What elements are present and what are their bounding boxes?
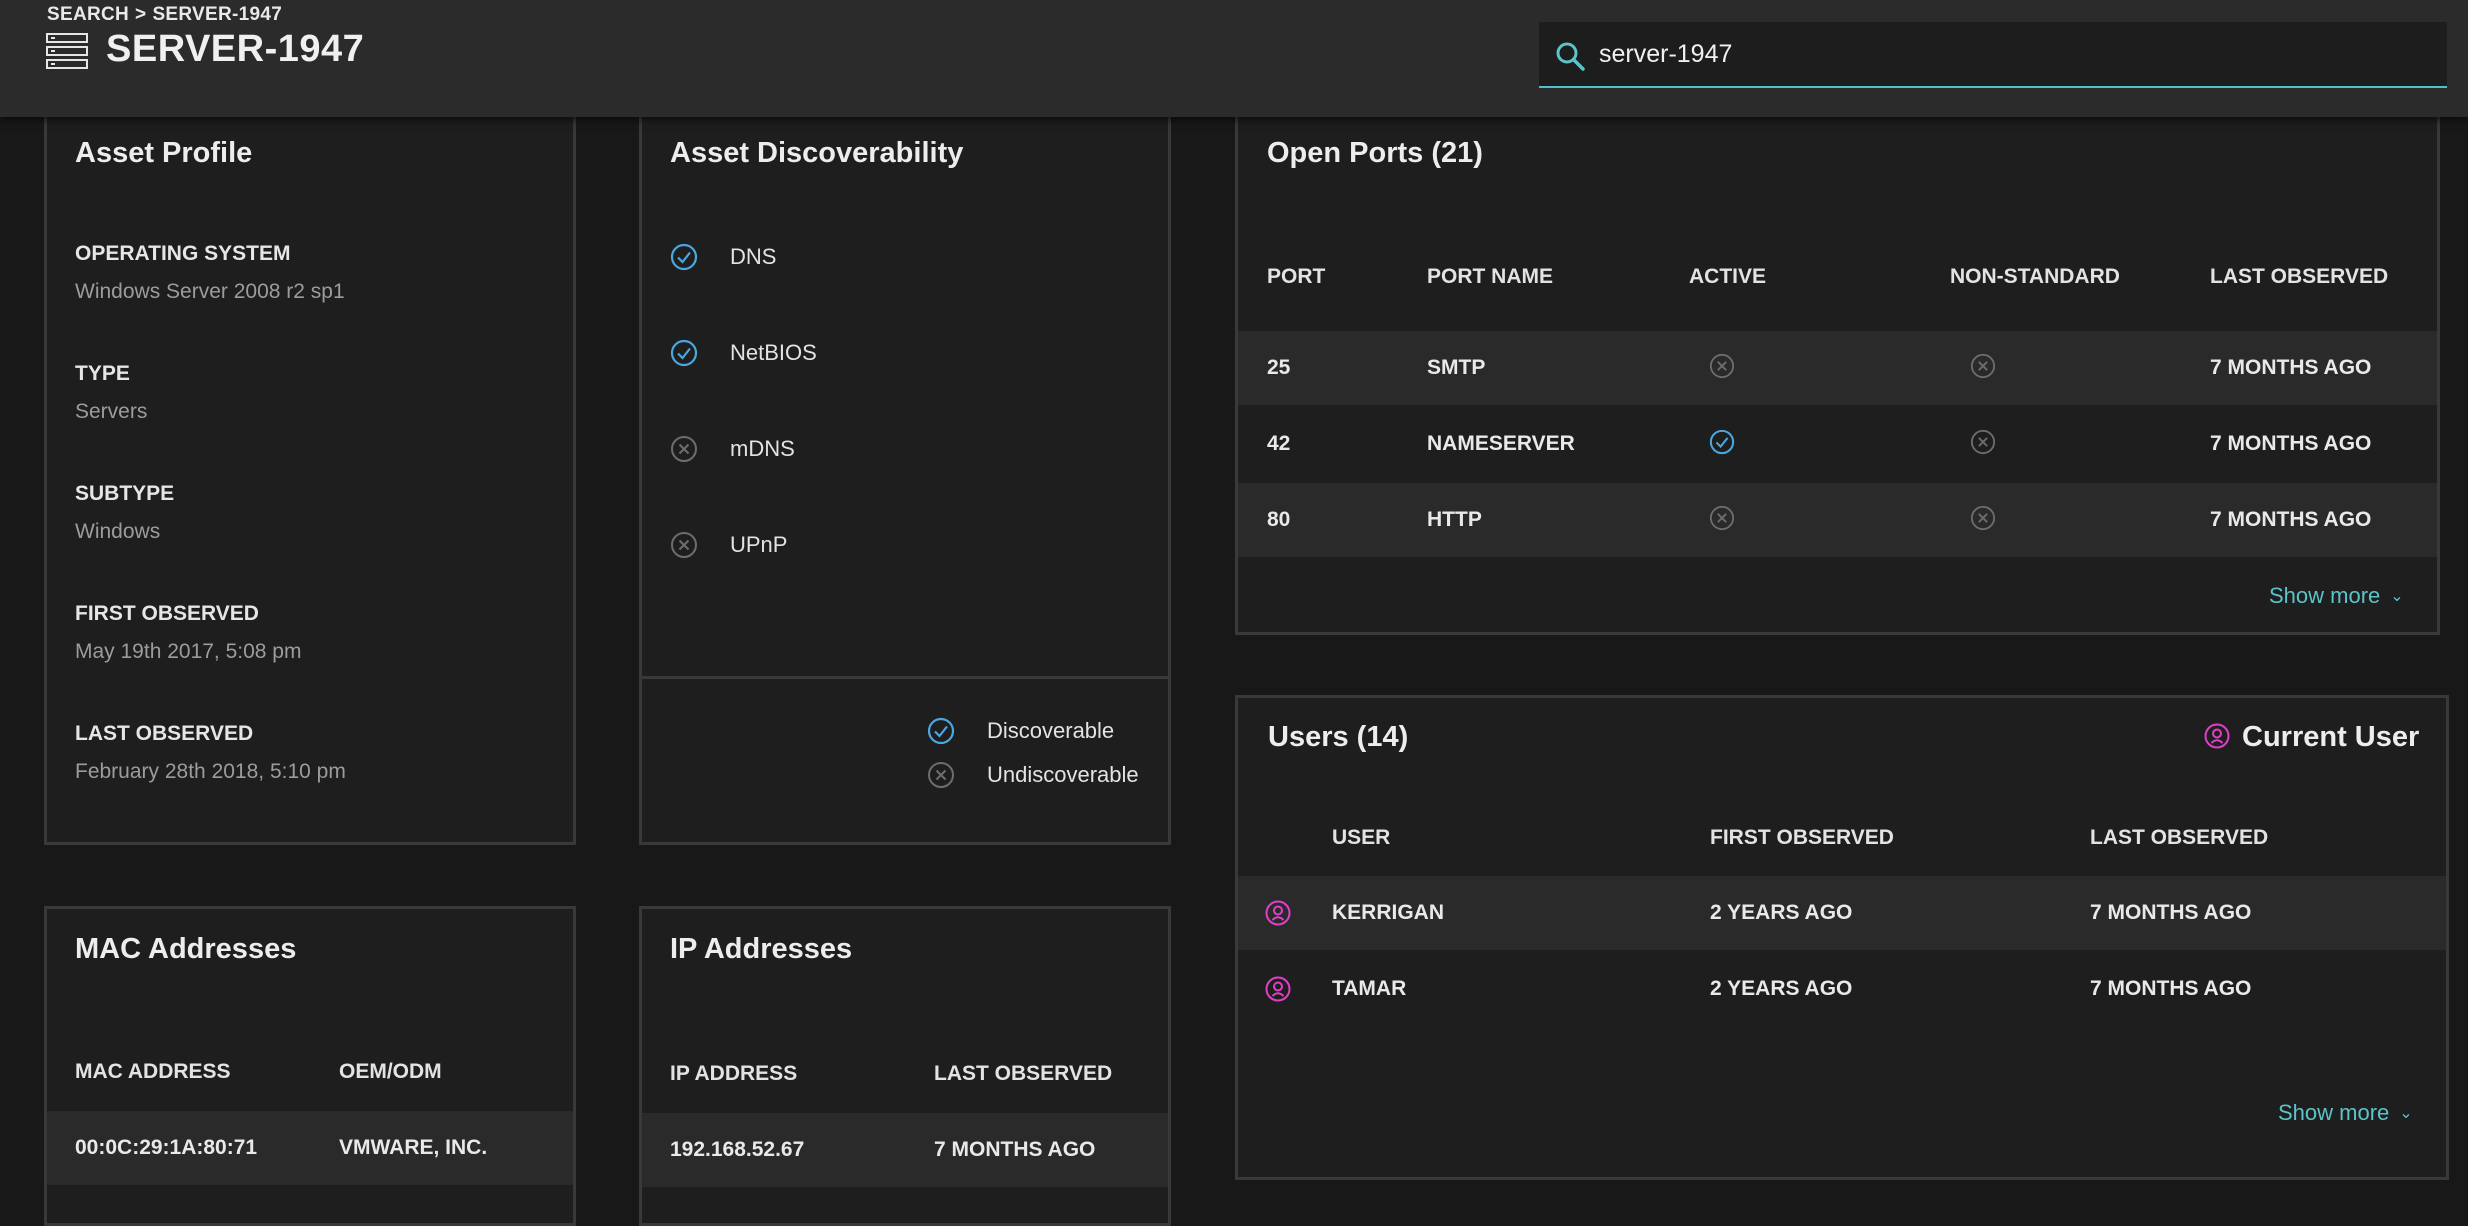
subtype-label: SUBTYPE [75,482,175,505]
asset-profile-title: Asset Profile [75,137,253,169]
ip-addresses-panel: IP Addresses IP ADDRESS LAST OBSERVED 19… [639,906,1171,1226]
column-header-ip-address[interactable]: IP ADDRESS [670,1062,797,1086]
x-circle-icon [1709,353,1735,379]
subtype-value: Windows [75,520,161,543]
column-header-active[interactable]: ACTIVE [1689,265,1766,289]
current-user-icon [2204,723,2230,749]
mac-addresses-panel: MAC Addresses MAC ADDRESS OEM/ODM 00:0C:… [44,906,576,1226]
user-icon [1265,900,1291,926]
table-row[interactable]: 00:0C:29:1A:80:71 VMWARE, INC. [47,1111,573,1185]
breadcrumb-search-link[interactable]: SEARCH [47,4,129,25]
breadcrumb: SEARCH > SERVER-1947 [47,4,282,26]
column-header-oem-odm[interactable]: OEM/ODM [339,1060,442,1084]
table-row[interactable]: 192.168.52.67 7 MONTHS AGO [642,1113,1168,1187]
breadcrumb-separator: > [135,4,147,25]
column-header-last-observed[interactable]: LAST OBSERVED [934,1062,1112,1086]
column-header-last-observed[interactable]: LAST OBSERVED [2090,826,2268,850]
column-header-port[interactable]: PORT [1267,265,1325,289]
port-number: 42 [1267,432,1291,455]
breadcrumb-current: SERVER-1947 [152,4,283,25]
chevron-down-icon[interactable]: ⌄ [2399,1103,2412,1123]
table-row[interactable]: 80 HTTP 7 MONTHS AGO [1238,483,2437,557]
port-name: SMTP [1427,356,1486,379]
check-circle-icon [1709,429,1735,455]
discoverability-item-dns: DNS [730,244,777,269]
x-circle-icon [1970,505,1996,531]
chevron-down-icon[interactable]: ⌄ [2390,586,2403,606]
first-observed-label: FIRST OBSERVED [75,602,259,625]
type-label: TYPE [75,362,130,385]
legend-check-circle-icon [927,717,955,745]
user-name: TAMAR [1332,977,1407,1000]
x-circle-icon [1709,505,1735,531]
page-title: SERVER-1947 [106,28,365,70]
user-last-observed: 7 MONTHS AGO [2090,977,2252,1000]
port-number: 25 [1267,356,1291,379]
asset-discoverability-title: Asset Discoverability [670,137,964,169]
legend-x-circle-icon [928,762,954,788]
legend-discoverable: Discoverable [987,718,1115,743]
discoverability-item-mdns: mDNS [730,436,795,461]
last-observed-label: LAST OBSERVED [75,722,254,745]
search-input[interactable] [1596,35,2422,73]
discoverability-item-upnp: UPnP [730,532,788,557]
top-bar: SEARCH > SERVER-1947 SERVER-1947 [0,0,2468,117]
search-box[interactable] [1539,22,2447,88]
x-circle-icon [671,532,697,558]
column-header-mac-address[interactable]: MAC ADDRESS [75,1060,231,1084]
search-icon[interactable] [1554,40,1586,72]
legend-divider [642,676,1168,679]
check-circle-icon [670,243,698,271]
ip-addresses-title: IP Addresses [670,933,853,965]
column-header-port-name[interactable]: PORT NAME [1427,265,1553,289]
column-header-user[interactable]: USER [1332,826,1390,850]
legend-undiscoverable: Undiscoverable [987,762,1139,787]
users-show-more-link[interactable]: Show more ⌄ [2278,1100,2413,1126]
discoverability-item-netbios: NetBIOS [730,340,817,365]
ip-address-value: 192.168.52.67 [670,1138,805,1161]
open-ports-title: Open Ports (21) [1267,137,1483,169]
operating-system-label: OPERATING SYSTEM [75,242,291,265]
current-user-legend-label: Current User [2242,721,2420,753]
table-row[interactable]: TAMAR 2 YEARS AGO 7 MONTHS AGO [1238,952,2446,1026]
port-name: HTTP [1427,508,1482,531]
users-title: Users (14) [1268,721,1409,753]
mac-addresses-title: MAC Addresses [75,933,297,965]
ports-show-more-link[interactable]: Show more ⌄ [2269,583,2404,609]
type-value: Servers [75,400,148,423]
user-first-observed: 2 YEARS AGO [1710,901,1853,924]
table-row[interactable]: KERRIGAN 2 YEARS AGO 7 MONTHS AGO [1238,876,2446,950]
open-ports-panel: Open Ports (21) PORT PORT NAME ACTIVE NO… [1235,110,2440,635]
x-circle-icon [1970,429,1996,455]
table-row[interactable]: 42 NAMESERVER 7 MONTHS AGO [1238,407,2437,481]
ip-last-observed: 7 MONTHS AGO [934,1138,1096,1161]
check-circle-icon [670,339,698,367]
users-panel: Users (14) Current User USER FIRST OBSER… [1235,695,2449,1180]
x-circle-icon [1970,353,1996,379]
x-circle-icon [671,436,697,462]
asset-profile-panel: Asset Profile OPERATING SYSTEM Windows S… [44,110,576,845]
first-observed-value: May 19th 2017, 5:08 pm [75,640,302,663]
user-first-observed: 2 YEARS AGO [1710,977,1853,1000]
oem-value: VMWARE, INC. [339,1136,488,1159]
user-name: KERRIGAN [1332,901,1445,924]
port-last-observed: 7 MONTHS AGO [2210,508,2372,531]
column-header-last-observed[interactable]: LAST OBSERVED [2210,265,2388,289]
server-list-icon [46,33,88,69]
last-observed-value: February 28th 2018, 5:10 pm [75,760,346,783]
ports-show-more-label[interactable]: Show more [2269,583,2380,608]
port-last-observed: 7 MONTHS AGO [2210,432,2372,455]
column-header-non-standard[interactable]: NON-STANDARD [1950,265,2120,289]
asset-discoverability-panel: Asset Discoverability DNS NetBIOS mDNS U… [639,110,1171,845]
user-icon [1265,976,1291,1002]
users-show-more-label[interactable]: Show more [2278,1100,2389,1125]
operating-system-value: Windows Server 2008 r2 sp1 [75,280,345,303]
column-header-first-observed[interactable]: FIRST OBSERVED [1710,826,1894,850]
port-last-observed: 7 MONTHS AGO [2210,356,2372,379]
port-name: NAMESERVER [1427,432,1575,455]
user-last-observed: 7 MONTHS AGO [2090,901,2252,924]
port-number: 80 [1267,508,1291,531]
mac-address-value: 00:0C:29:1A:80:71 [75,1136,258,1159]
table-row[interactable]: 25 SMTP 7 MONTHS AGO [1238,331,2437,405]
